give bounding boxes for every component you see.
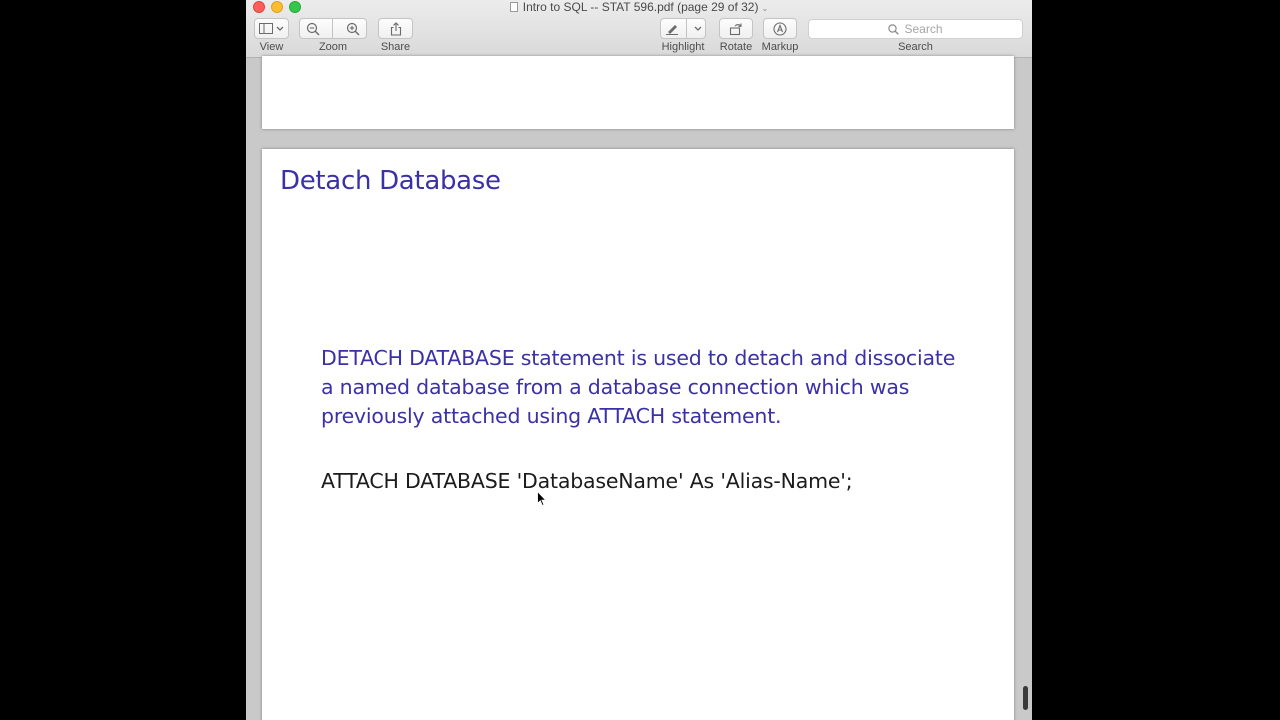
pdf-document-icon [509,2,518,12]
rotate-button[interactable] [719,18,753,39]
chevron-down-icon [694,26,701,31]
chevron-down-icon [276,26,284,31]
search-placeholder: Search [904,22,943,36]
zoom-segmented-control [299,18,367,39]
pen-icon [665,25,678,35]
share-label: Share [380,41,411,53]
view-label: View [259,41,284,53]
search-input[interactable]: Search [808,19,1023,39]
share-button[interactable] [378,18,413,39]
zoom-label: Zoom [318,41,348,53]
search-icon [888,23,900,35]
current-page: Detach Database DETACH DATABASE statemen… [262,149,1014,720]
previous-page [262,56,1014,129]
window-title-bar[interactable]: Intro to SQL -- STAT 596.pdf (page 29 of… [246,0,1032,14]
zoom-out-icon[interactable] [306,22,320,36]
markup-label: Markup [761,41,799,53]
share-icon [390,21,401,36]
window-title: Intro to SQL -- STAT 596.pdf (page 29 of… [522,0,759,14]
sidebar-icon [259,23,273,34]
slide-body-text: DETACH DATABASE statement is used to det… [321,346,956,428]
search-label: Search [898,41,933,53]
mouse-cursor-icon [537,491,547,507]
toolbar: Intro to SQL -- STAT 596.pdf (page 29 of… [246,0,1032,58]
view-button[interactable] [254,18,289,39]
zoom-in-icon[interactable] [346,22,360,36]
rotate-label: Rotate [719,41,753,53]
vertical-scrollbar[interactable] [1023,686,1028,710]
segment-divider [685,18,687,39]
title-chevron-icon[interactable]: ⌄ [761,4,768,13]
rotate-icon [729,23,742,35]
highlight-label: Highlight [661,41,705,53]
highlight-button[interactable] [660,18,706,39]
document-scroll-view[interactable]: Detach Database DETACH DATABASE statemen… [246,56,1032,720]
segment-divider [332,18,334,39]
slide-title: Detach Database [280,166,501,196]
markup-icon [773,21,787,36]
slide-code-text: ATTACH DATABASE 'DatabaseName' As 'Alias… [321,469,853,493]
markup-button[interactable] [763,18,797,39]
preview-window: Intro to SQL -- STAT 596.pdf (page 29 of… [246,0,1032,720]
